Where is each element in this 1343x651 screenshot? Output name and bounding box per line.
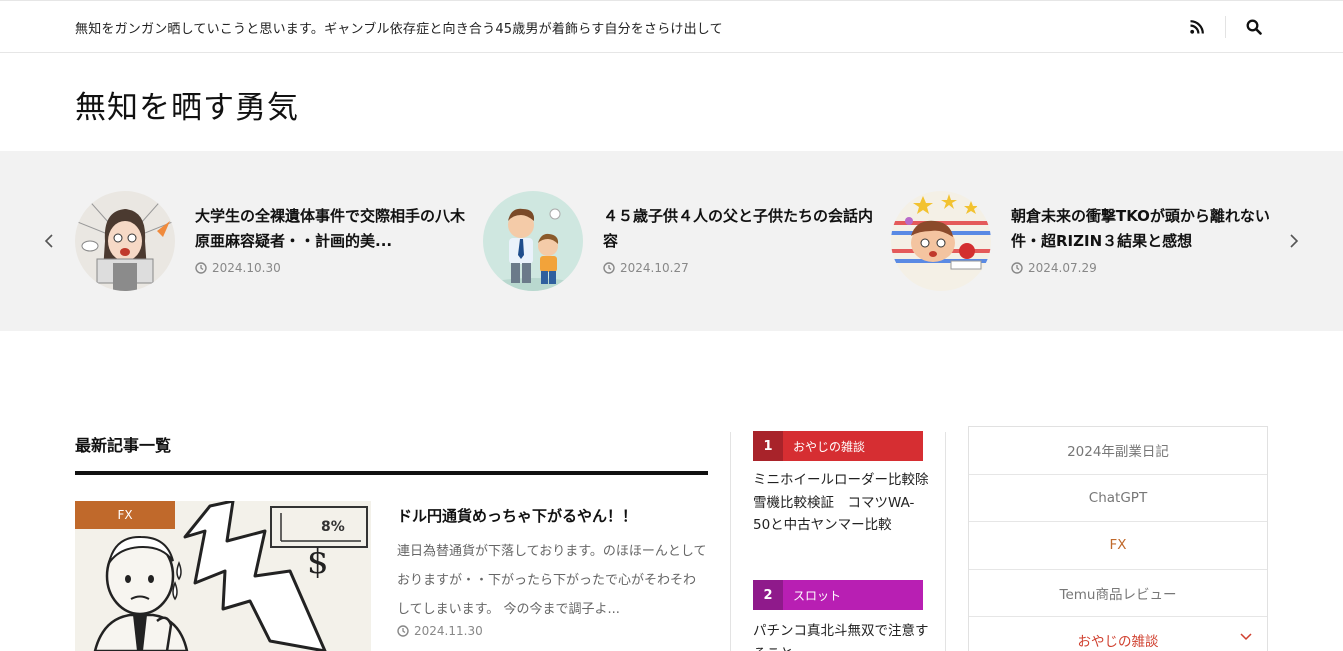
- section-divider: [75, 471, 708, 475]
- clock-icon: [195, 262, 207, 274]
- rank-number: 2: [753, 580, 783, 610]
- ranking-header[interactable]: 2 スロット: [753, 580, 923, 610]
- featured-slider: 大学生の全裸遺体事件で交際相手の八木原亜麻容疑者・・計画的美... 2024.1…: [0, 151, 1343, 331]
- rank-title[interactable]: ミニホイールローダー比較除雪機比較検証 コマツWA-50と中古ヤンマー比較: [753, 469, 929, 537]
- category-item[interactable]: Temu商品レビュー: [969, 570, 1267, 617]
- category-label: おやじの雑談: [1077, 634, 1159, 651]
- category-menu: 2024年副業日記 ChatGPT FX Temu商品レビュー おやじの雑談: [968, 426, 1268, 651]
- post-category-badge[interactable]: FX: [75, 501, 175, 529]
- rank-category: おやじの雑談: [793, 439, 866, 454]
- ranking-header[interactable]: 1 おやじの雑談: [753, 431, 923, 461]
- slide-thumbnail: [891, 191, 991, 291]
- slide-thumbnail: [483, 191, 583, 291]
- clock-icon: [603, 262, 615, 274]
- site-tagline: 無知をガンガン晒していこうと思います。ギャンブル依存症と向き合う45歳男が着飾ら…: [75, 22, 723, 37]
- top-icons: [1183, 15, 1268, 39]
- category-item[interactable]: 2024年副業日記: [969, 427, 1267, 475]
- rss-icon[interactable]: [1183, 15, 1211, 39]
- slide-item[interactable]: ４５歳子供４人の父と子供たちの会話内容 2024.10.27: [483, 191, 883, 291]
- top-bar: 無知をガンガン晒していこうと思います。ギャンブル依存症と向き合う45歳男が着飾ら…: [0, 0, 1343, 53]
- top-separator: [1225, 16, 1226, 38]
- column-divider: [945, 432, 946, 651]
- slide-thumbnail: [75, 191, 175, 291]
- chevron-left-icon[interactable]: [39, 229, 59, 253]
- rank-title[interactable]: パチンコ真北斗無双で注意すること: [753, 620, 929, 651]
- chevron-right-icon[interactable]: [1284, 229, 1304, 253]
- rank-number: 1: [753, 431, 783, 461]
- post-excerpt: 連日為替通貨が下落しております。のほほーんとしておりますが・・下がったら下がった…: [397, 544, 707, 617]
- category-item[interactable]: ChatGPT: [969, 475, 1267, 522]
- slide-title[interactable]: 朝倉未来の衝撃TKOが頭から離れない件・超RIZIN３結果と感想: [1011, 204, 1281, 254]
- search-icon[interactable]: [1240, 15, 1268, 39]
- slide-item[interactable]: 大学生の全裸遺体事件で交際相手の八木原亜麻容疑者・・計画的美... 2024.1…: [75, 191, 475, 291]
- post-date: 2024.11.30: [397, 624, 483, 638]
- post-card[interactable]: 8% $ FX ドル円通貨めっちゃ下がるやん！！ 連日為替通貨が下落しております…: [75, 501, 708, 651]
- clock-icon: [1011, 262, 1023, 274]
- slide-title[interactable]: ４５歳子供４人の父と子供たちの会話内容: [603, 204, 873, 254]
- site-title[interactable]: 無知を晒す勇気: [75, 82, 299, 127]
- post-title[interactable]: ドル円通貨めっちゃ下がるやん！！: [397, 505, 637, 526]
- slide-item[interactable]: 朝倉未来の衝撃TKOが頭から離れない件・超RIZIN３結果と感想 2024.07…: [891, 191, 1291, 291]
- rank-category: スロット: [793, 588, 842, 603]
- slide-date: 2024.10.27: [603, 261, 689, 275]
- slide-date: 2024.07.29: [1011, 261, 1097, 275]
- column-divider: [730, 432, 731, 651]
- slide-title[interactable]: 大学生の全裸遺体事件で交際相手の八木原亜麻容疑者・・計画的美...: [195, 204, 465, 254]
- svg-text:$: $: [307, 542, 329, 582]
- svg-text:8%: 8%: [321, 519, 345, 535]
- section-title: 最新記事一覧: [75, 436, 172, 455]
- clock-icon: [397, 625, 409, 637]
- category-item-active[interactable]: FX: [969, 522, 1267, 570]
- chevron-down-icon[interactable]: [1239, 632, 1253, 642]
- slide-date: 2024.10.30: [195, 261, 281, 275]
- category-item-expandable[interactable]: おやじの雑談: [969, 617, 1267, 651]
